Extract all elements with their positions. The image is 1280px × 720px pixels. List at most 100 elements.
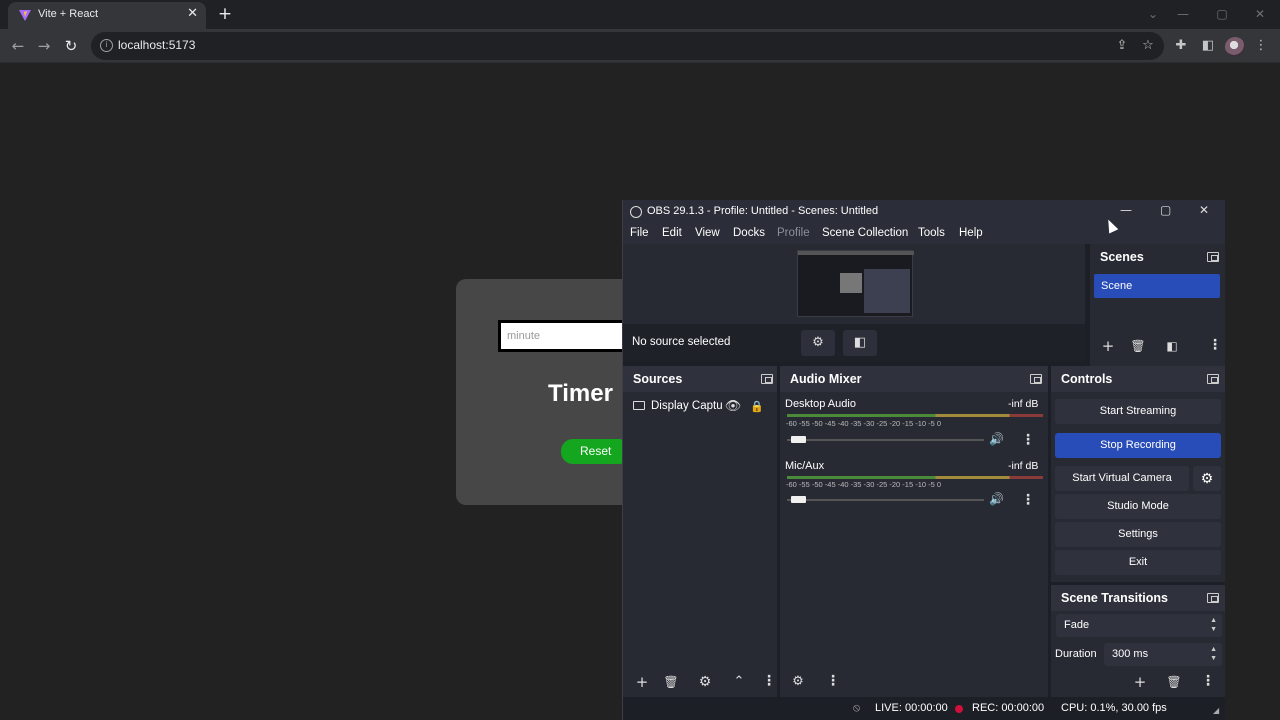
scene-filters-icon[interactable]: ◧: [1161, 335, 1183, 357]
speaker-icon[interactable]: 🔊: [989, 432, 1004, 446]
transition-select[interactable]: Fade ▲ ▼: [1056, 614, 1222, 637]
menu-tools[interactable]: Tools: [918, 227, 945, 239]
source-properties-gear-icon[interactable]: ⚙: [801, 330, 835, 356]
scenes-more-kebab-icon[interactable]: ⋮: [1208, 337, 1222, 353]
star-icon[interactable]: ☆: [1139, 37, 1157, 55]
visibility-eye-icon[interactable]: 👁: [722, 396, 744, 418]
menu-view[interactable]: View: [695, 227, 720, 239]
avatar[interactable]: [1225, 37, 1245, 57]
extensions-puzzle-icon[interactable]: ✚: [1172, 37, 1190, 55]
exit-button[interactable]: Exit: [1055, 550, 1221, 575]
address-bar[interactable]: i localhost:5173 ⇪ ☆: [91, 32, 1164, 60]
share-icon[interactable]: ⇪: [1113, 37, 1131, 55]
maximize-icon[interactable]: ▢: [1207, 4, 1237, 24]
audio-mixer-title: Audio Mixer: [790, 372, 862, 386]
remove-scene-trash-icon[interactable]: 🗑: [1127, 335, 1149, 357]
browser-tab-bar: Vite + React ✕ + ⌄ — ▢ ✕: [0, 0, 1280, 29]
cpu-status: CPU: 0.1%, 30.00 fps: [1061, 702, 1167, 714]
rec-status: REC: 00:00:00: [972, 702, 1045, 714]
add-transition-plus-icon[interactable]: +: [1129, 671, 1151, 693]
sources-title: Sources: [633, 372, 683, 386]
obs-window: OBS 29.1.3 - Profile: Untitled - Scenes:…: [622, 200, 1225, 720]
source-properties-gear-icon[interactable]: ⚙: [694, 671, 716, 693]
advanced-audio-gear-icon[interactable]: ⚙: [787, 671, 809, 693]
volume-slider-knob[interactable]: [791, 436, 806, 443]
controls-header: Controls: [1051, 366, 1225, 392]
transitions-more-kebab-icon[interactable]: ⋮: [1201, 673, 1215, 689]
add-scene-plus-icon[interactable]: +: [1097, 335, 1119, 357]
transitions-title: Scene Transitions: [1061, 591, 1168, 605]
record-dot-icon: [955, 705, 963, 713]
obs-preview[interactable]: [623, 244, 1085, 324]
network-icon: ⦸: [853, 702, 861, 714]
channel-more-kebab-icon[interactable]: ⋮: [1021, 492, 1035, 508]
obs-status-bar: ⦸ LIVE: 00:00:00 REC: 00:00:00 CPU: 0.1%…: [623, 697, 1225, 720]
remove-source-trash-icon[interactable]: 🗑: [660, 671, 682, 693]
settings-button[interactable]: Settings: [1055, 522, 1221, 547]
studio-mode-button[interactable]: Studio Mode: [1055, 494, 1221, 519]
chevron-down-icon[interactable]: ⌄: [1138, 4, 1168, 24]
transitions-undock-icon[interactable]: [1207, 593, 1219, 603]
lock-icon[interactable]: 🔒: [746, 396, 768, 418]
menu-kebab-icon[interactable]: ⋮: [1252, 37, 1270, 55]
source-filters-icon[interactable]: ◧: [843, 330, 877, 356]
speaker-icon[interactable]: 🔊: [989, 492, 1004, 506]
volume-slider[interactable]: [787, 436, 984, 443]
add-source-plus-icon[interactable]: +: [631, 671, 653, 693]
scenes-dock: Scenes Scene + 🗑 ◧ ⋮: [1090, 244, 1225, 366]
tab-title: Vite + React: [38, 8, 99, 20]
sources-header: Sources: [623, 366, 777, 392]
menu-file[interactable]: File: [630, 227, 649, 239]
preview-thumb-bar: [798, 251, 914, 255]
start-streaming-button[interactable]: Start Streaming: [1055, 399, 1221, 424]
obs-minimize-icon[interactable]: —: [1120, 203, 1132, 217]
back-arrow-icon[interactable]: ←: [8, 36, 28, 56]
volume-meter: [787, 414, 1043, 417]
controls-title: Controls: [1061, 372, 1113, 386]
new-tab-button[interactable]: +: [214, 4, 236, 24]
obs-close-icon[interactable]: ✕: [1199, 203, 1209, 217]
remove-transition-trash-icon[interactable]: 🗑: [1163, 671, 1185, 693]
reload-icon[interactable]: ↻: [61, 36, 81, 56]
scenes-undock-icon[interactable]: [1207, 252, 1219, 262]
reset-button[interactable]: Reset: [561, 439, 631, 464]
menu-profile[interactable]: Profile: [777, 227, 810, 239]
source-list-item[interactable]: Display Captu: [633, 400, 723, 412]
controls-undock-icon[interactable]: [1207, 374, 1219, 384]
virtual-camera-gear-icon[interactable]: ⚙: [1193, 466, 1221, 491]
sources-undock-icon[interactable]: [761, 374, 773, 384]
mixer-more-kebab-icon[interactable]: ⋮: [826, 673, 840, 689]
obs-maximize-icon[interactable]: ▢: [1160, 203, 1171, 217]
volume-slider-knob[interactable]: [791, 496, 806, 503]
start-virtual-camera-button[interactable]: Start Virtual Camera: [1055, 466, 1189, 491]
channel-more-kebab-icon[interactable]: ⋮: [1021, 432, 1035, 448]
resize-grip-icon[interactable]: ◢: [1213, 706, 1219, 715]
select-arrows-icon: ▲ ▼: [1210, 617, 1217, 633]
forward-arrow-icon[interactable]: →: [34, 36, 54, 56]
close-icon[interactable]: ✕: [1245, 4, 1275, 24]
minimize-icon[interactable]: —: [1168, 4, 1198, 24]
audio-mixer-undock-icon[interactable]: [1030, 374, 1042, 384]
stop-recording-button[interactable]: Stop Recording: [1055, 433, 1221, 458]
meter-ticks: -60 -55 -50 -45 -40 -35 -30 -25 -20 -15 …: [786, 480, 942, 489]
menu-help[interactable]: Help: [959, 227, 983, 239]
side-panel-icon[interactable]: ◧: [1199, 37, 1217, 55]
tab-close-icon[interactable]: ✕: [187, 6, 198, 21]
sources-more-kebab-icon[interactable]: ⋮: [762, 673, 776, 689]
monitor-icon: [633, 401, 645, 410]
controls-dock: Controls Start Streaming Stop Recording …: [1051, 366, 1225, 582]
move-up-chevron-icon[interactable]: ⌃: [728, 671, 750, 693]
info-icon[interactable]: i: [100, 39, 113, 52]
duration-input[interactable]: 300 ms ▲ ▼: [1104, 643, 1222, 666]
vite-logo-icon: [19, 10, 31, 21]
menu-docks[interactable]: Docks: [733, 227, 765, 239]
volume-slider[interactable]: [787, 496, 984, 503]
minute-input[interactable]: minute: [498, 320, 628, 352]
scene-list-item[interactable]: Scene: [1094, 274, 1220, 298]
obs-title-bar: OBS 29.1.3 - Profile: Untitled - Scenes:…: [623, 200, 1225, 223]
menu-scene-collection[interactable]: Scene Collection: [822, 227, 908, 239]
menu-edit[interactable]: Edit: [662, 227, 682, 239]
browser-tab[interactable]: Vite + React ✕: [8, 2, 206, 29]
spinner-arrows-icon[interactable]: ▲ ▼: [1210, 645, 1217, 663]
preview-thumb-card: [840, 273, 862, 293]
